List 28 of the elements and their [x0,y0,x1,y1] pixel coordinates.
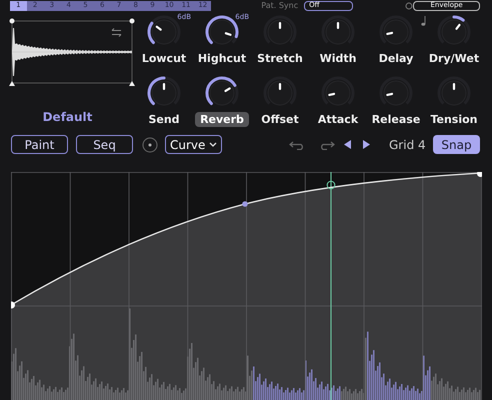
snap-button[interactable]: Snap [433,135,480,154]
record-icon[interactable] [142,136,158,152]
envelope-editor-drawing[interactable] [11,172,482,400]
grid-label: Grid 4 [389,136,426,154]
circle-icon[interactable] [405,2,414,10]
curve-dropdown[interactable]: Curve [165,135,222,154]
knob-label: Dry/Wet [428,51,480,66]
knob-label: Attack [318,112,358,127]
knob-label: Send [148,112,180,127]
knob-label: Lowcut [142,51,186,66]
chevron-down-icon [209,142,217,147]
mode-button[interactable]: Seq [76,135,133,154]
knob-label[interactable]: Reverb [195,112,249,127]
knob-label: Highcut [198,51,246,66]
mode-button[interactable]: Paint [11,135,68,154]
swap-icon[interactable] [111,28,122,37]
sample-waveform-drawing[interactable] [8,18,136,88]
previous-icon[interactable] [344,140,352,149]
knob-label: Release [372,112,420,127]
knob-label: Stretch [257,51,303,66]
knob-label: Delay [378,51,414,66]
knob-label: Width [320,51,356,66]
knob-label: Tension [430,112,478,127]
next-icon[interactable] [362,140,370,149]
pattern-sync-label: Pat. Sync [261,2,298,10]
sample-name[interactable]: Default [42,108,92,126]
note-icon[interactable] [421,16,426,26]
knob-label: Offset [261,112,299,127]
